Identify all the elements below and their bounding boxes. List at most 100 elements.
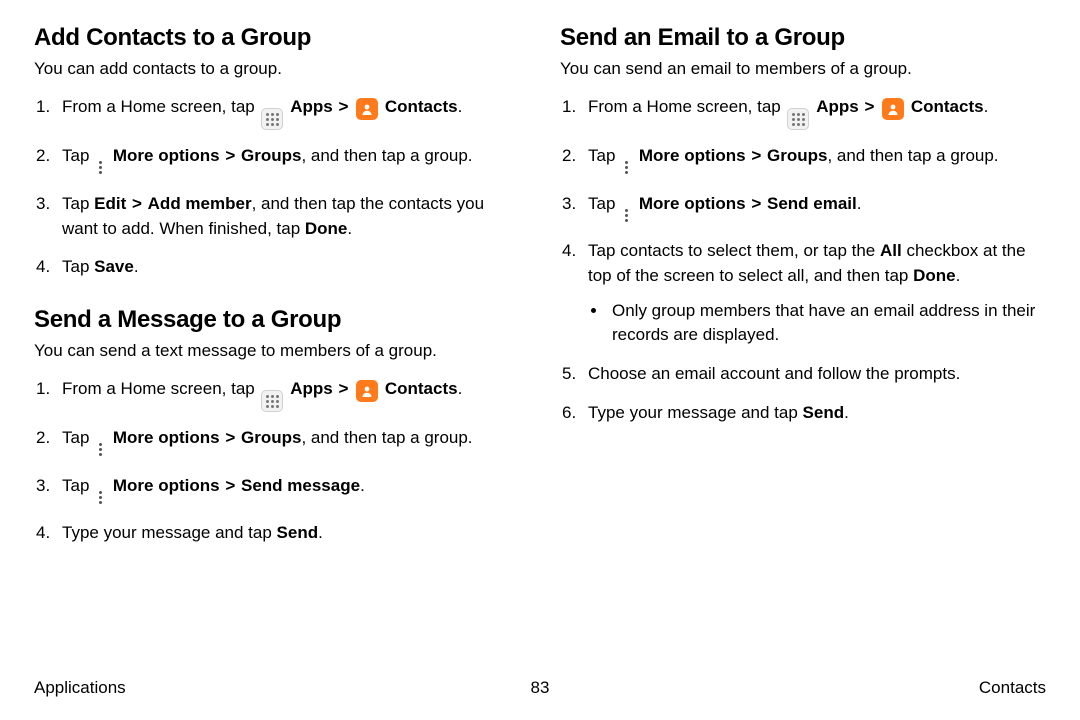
text: Tap — [588, 194, 620, 213]
step: From a Home screen, tap Apps > Contacts. — [34, 377, 520, 413]
text: Tap — [62, 194, 94, 213]
page-footer: Applications 83 Contacts — [34, 678, 1046, 698]
text: Tap — [62, 257, 94, 276]
steps-add-contacts: From a Home screen, tap Apps > Contacts.… — [34, 95, 520, 280]
step: Type your message and tap Send. — [34, 521, 520, 546]
intro-send-message: You can send a text message to members o… — [34, 340, 520, 363]
intro-send-email: You can send an email to members of a gr… — [560, 58, 1046, 81]
contacts-icon — [882, 98, 904, 120]
sub-list: Only group members that have an email ad… — [608, 299, 1046, 348]
label-groups: Groups — [241, 146, 301, 165]
page-content: Add Contacts to a Group You can add cont… — [0, 0, 1080, 572]
chevron-icon: > — [750, 192, 762, 217]
text: Tap — [62, 146, 94, 165]
steps-send-message: From a Home screen, tap Apps > Contacts.… — [34, 377, 520, 546]
period: . — [134, 257, 139, 276]
text: Tap — [588, 146, 620, 165]
text: From a Home screen, tap — [62, 97, 259, 116]
contacts-icon — [356, 98, 378, 120]
step: From a Home screen, tap Apps > Contacts. — [560, 95, 1046, 131]
text: Tap — [62, 428, 94, 447]
label-groups: Groups — [241, 428, 301, 447]
text: Choose an email account and follow the p… — [588, 364, 960, 383]
label-send-email: Send email — [767, 194, 857, 213]
label-more-options: More options — [113, 146, 220, 165]
label-apps: Apps — [816, 97, 863, 116]
text: Type your message and tap — [588, 403, 803, 422]
contacts-icon — [356, 380, 378, 402]
period: . — [857, 194, 862, 213]
label-contacts: Contacts — [385, 97, 458, 116]
label-edit: Edit — [94, 194, 126, 213]
text: From a Home screen, tap — [62, 379, 259, 398]
step: Tap More options > Send email. — [560, 192, 1046, 226]
text: , and then tap a group. — [301, 428, 472, 447]
label-apps: Apps — [290, 379, 337, 398]
period: . — [844, 403, 849, 422]
chevron-icon: > — [224, 474, 236, 499]
apps-icon — [787, 108, 809, 130]
chevron-icon: > — [224, 426, 236, 451]
sub-item: Only group members that have an email ad… — [608, 299, 1046, 348]
text: , and then tap a group. — [827, 146, 998, 165]
step: Tap contacts to select them, or tap the … — [560, 239, 1046, 348]
label-send: Send — [803, 403, 845, 422]
period: . — [318, 523, 323, 542]
step: Choose an email account and follow the p… — [560, 362, 1046, 387]
text: , and then tap the contacts you want to … — [62, 194, 484, 238]
chevron-icon: > — [224, 144, 236, 169]
label-add-member: Add member — [148, 194, 252, 213]
left-column: Add Contacts to a Group You can add cont… — [34, 24, 520, 572]
step: Type your message and tap Send. — [560, 401, 1046, 426]
period: . — [458, 379, 463, 398]
more-options-icon — [94, 487, 106, 507]
chevron-icon: > — [337, 95, 349, 120]
footer-left: Applications — [34, 678, 126, 698]
period: . — [956, 266, 961, 285]
text: Tap — [62, 476, 94, 495]
period: . — [347, 219, 352, 238]
step: Tap More options > Groups, and then tap … — [34, 144, 520, 178]
period: . — [458, 97, 463, 116]
heading-send-email: Send an Email to a Group — [560, 24, 1046, 52]
footer-right: Contacts — [979, 678, 1046, 698]
more-options-icon — [94, 158, 106, 178]
steps-send-email: From a Home screen, tap Apps > Contacts.… — [560, 95, 1046, 425]
section-add-contacts: Add Contacts to a Group You can add cont… — [34, 24, 520, 280]
text: From a Home screen, tap — [588, 97, 785, 116]
label-done: Done — [305, 219, 348, 238]
heading-send-message: Send a Message to a Group — [34, 306, 520, 334]
label-send: Send — [277, 523, 319, 542]
more-options-icon — [620, 158, 632, 178]
step: Tap More options > Send message. — [34, 474, 520, 508]
step: From a Home screen, tap Apps > Contacts. — [34, 95, 520, 131]
text: , and then tap a group. — [301, 146, 472, 165]
chevron-icon: > — [131, 192, 143, 217]
label-more-options: More options — [639, 146, 746, 165]
page-number: 83 — [531, 678, 550, 698]
more-options-icon — [620, 205, 632, 225]
label-more-options: More options — [113, 428, 220, 447]
period: . — [360, 476, 365, 495]
period: . — [984, 97, 989, 116]
label-save: Save — [94, 257, 134, 276]
text: Tap contacts to select them, or tap the — [588, 241, 880, 260]
right-column: Send an Email to a Group You can send an… — [560, 24, 1046, 572]
apps-icon — [261, 108, 283, 130]
label-send-message: Send message — [241, 476, 360, 495]
step: Tap Edit > Add member, and then tap the … — [34, 192, 520, 241]
step: Tap More options > Groups, and then tap … — [560, 144, 1046, 178]
label-more-options: More options — [639, 194, 746, 213]
chevron-icon: > — [337, 377, 349, 402]
more-options-icon — [94, 440, 106, 460]
chevron-icon: > — [750, 144, 762, 169]
apps-icon — [261, 390, 283, 412]
text: Type your message and tap — [62, 523, 277, 542]
label-contacts: Contacts — [385, 379, 458, 398]
heading-add-contacts: Add Contacts to a Group — [34, 24, 520, 52]
label-apps: Apps — [290, 97, 337, 116]
chevron-icon: > — [863, 95, 875, 120]
label-all: All — [880, 241, 902, 260]
section-send-message: Send a Message to a Group You can send a… — [34, 306, 520, 546]
label-more-options: More options — [113, 476, 220, 495]
